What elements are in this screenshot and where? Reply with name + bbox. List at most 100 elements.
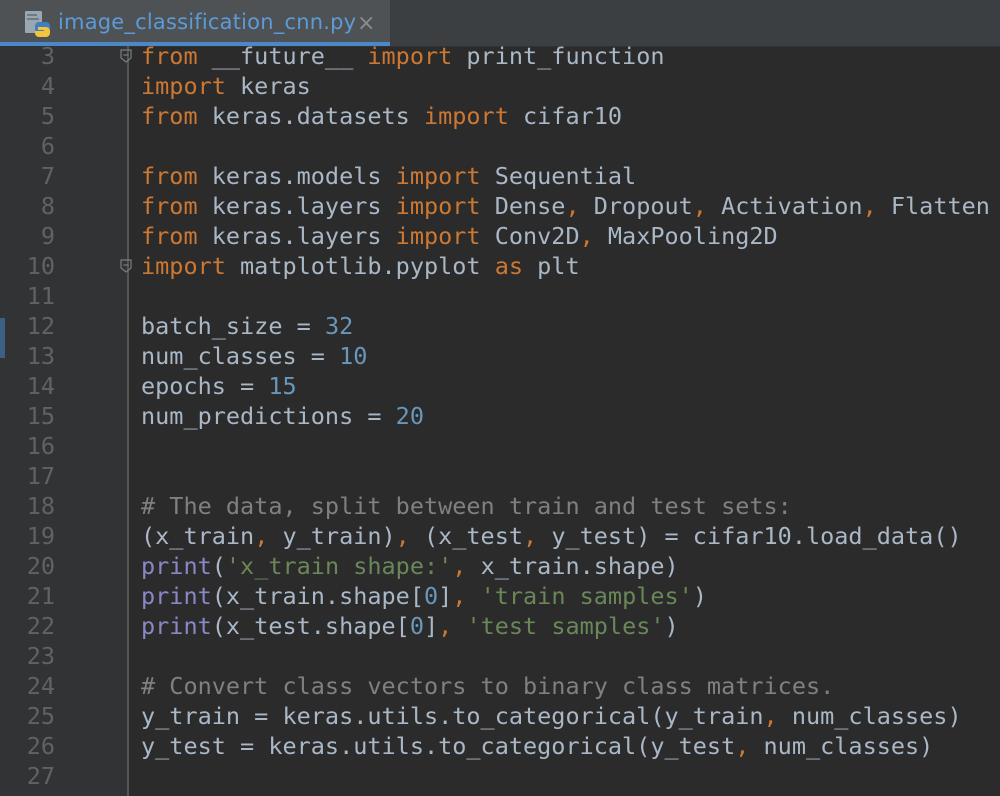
code-line[interactable]: 18 # The data, split between train and te… — [0, 491, 1000, 521]
code-token: Dense — [480, 192, 566, 220]
code-token: # The data, split between train and test… — [141, 492, 792, 520]
code-line[interactable]: 8 from keras.layers import Dense, Dropout… — [0, 191, 1000, 221]
code-token: print_function — [452, 42, 665, 70]
code-line[interactable]: 9 from keras.layers import Conv2D, MaxPoo… — [0, 221, 1000, 251]
editor-tab[interactable]: image_classification_cnn.py × — [0, 0, 390, 46]
line-number: 19 — [26, 522, 55, 550]
code-token: import — [395, 162, 481, 190]
code-line[interactable]: 11 — [0, 281, 1000, 311]
code-token: import — [141, 72, 226, 100]
code-text: from keras.datasets import cifar10 — [141, 101, 622, 131]
code-text: print('x_train shape:', x_train.shape) — [141, 551, 679, 581]
code-text: import matplotlib.pyplot as plt — [141, 251, 580, 281]
code-editor[interactable]: 3 from __future__ import print_function 4 i… — [0, 41, 1000, 791]
code-line[interactable]: 26 y_test = keras.utils.to_categorical(y_… — [0, 731, 1000, 761]
code-token: y_train = keras.utils.to_categorical(y_t… — [141, 702, 764, 730]
code-token: Conv2D — [480, 222, 580, 250]
code-token: __future__ — [197, 42, 368, 70]
code-token: ( — [211, 552, 226, 580]
fold-marker-icon[interactable] — [120, 49, 132, 63]
code-text: from keras.layers import Dense, Dropout,… — [141, 191, 990, 221]
code-token: , — [254, 522, 283, 550]
code-token: ) — [664, 612, 679, 640]
line-number: 17 — [26, 462, 55, 490]
code-line[interactable]: 4 import keras — [0, 71, 1000, 101]
line-number: 4 — [40, 72, 55, 100]
code-token: Sequential — [480, 162, 637, 190]
code-text: from keras.models import Sequential — [141, 161, 636, 191]
line-number: 11 — [26, 282, 55, 310]
code-token: from — [141, 42, 198, 70]
code-line[interactable]: 27 — [0, 761, 1000, 791]
tab-close-icon[interactable]: × — [357, 11, 375, 36]
code-line[interactable]: 5 from keras.datasets import cifar10 — [0, 101, 1000, 131]
line-number: 8 — [40, 192, 55, 220]
line-number: 25 — [26, 702, 55, 730]
code-token: y_test) = cifar10.load_data() — [551, 522, 962, 550]
code-line[interactable]: 24 # Convert class vectors to binary clas… — [0, 671, 1000, 701]
python-file-icon — [25, 11, 50, 37]
code-line[interactable]: 21 print(x_train.shape[0], 'train samples… — [0, 581, 1000, 611]
code-token: from — [141, 222, 198, 250]
code-line[interactable]: 7 from keras.models import Sequential — [0, 161, 1000, 191]
code-line[interactable]: 13 num_classes = 10 — [0, 341, 1000, 371]
code-line[interactable]: 10 import matplotlib.pyplot as plt — [0, 251, 1000, 281]
code-line[interactable]: 20 print('x_train shape:', x_train.shape) — [0, 551, 1000, 581]
code-token: matplotlib.pyplot — [225, 252, 495, 280]
code-line[interactable]: 23 — [0, 641, 1000, 671]
code-token: plt — [523, 252, 580, 280]
code-line[interactable]: 22 print(x_test.shape[0], 'test samples') — [0, 611, 1000, 641]
line-number: 5 — [40, 102, 55, 130]
line-number: 10 — [26, 252, 55, 280]
code-line[interactable]: 17 — [0, 461, 1000, 491]
code-token: 32 — [324, 312, 354, 340]
code-line[interactable]: 16 — [0, 431, 1000, 461]
code-line[interactable]: 3 from __future__ import print_function — [0, 41, 1000, 71]
code-token: cifar10 — [508, 102, 623, 130]
code-token: batch_size = — [141, 312, 325, 340]
code-text: num_classes = 10 — [141, 341, 367, 371]
code-line[interactable]: 25 y_train = keras.utils.to_categorical(y… — [0, 701, 1000, 731]
line-number: 20 — [26, 552, 55, 580]
code-line[interactable]: 12 batch_size = 32 — [0, 311, 1000, 341]
line-number: 6 — [40, 132, 55, 160]
code-token: from — [141, 162, 198, 190]
code-token: keras.layers — [197, 192, 396, 220]
line-number: 23 — [26, 642, 55, 670]
code-token: num_predictions = — [141, 402, 396, 430]
code-token: (x_test.shape[ — [211, 612, 410, 640]
code-text: from __future__ import print_function — [141, 41, 665, 71]
code-line[interactable]: 14 epochs = 15 — [0, 371, 1000, 401]
code-token: from — [141, 102, 198, 130]
code-token: (x_train.shape[ — [211, 582, 424, 610]
code-token: , — [763, 702, 792, 730]
code-token: num_classes = — [141, 342, 340, 370]
code-token: 'x_train shape:' — [225, 552, 453, 580]
code-line[interactable]: 15 num_predictions = 20 — [0, 401, 1000, 431]
code-token: import — [395, 192, 481, 220]
code-line[interactable]: 19 (x_train, y_train), (x_test, y_test) =… — [0, 521, 1000, 551]
code-token: , — [579, 222, 608, 250]
code-line[interactable]: 6 — [0, 131, 1000, 161]
line-number: 3 — [40, 42, 55, 70]
line-number: 15 — [26, 402, 55, 430]
code-token: 10 — [339, 342, 368, 370]
code-text: y_test = keras.utils.to_categorical(y_te… — [141, 731, 933, 761]
code-token: , — [452, 582, 481, 610]
code-token: keras.models — [197, 162, 396, 190]
tab-title: image_classification_cnn.py — [58, 10, 357, 34]
code-token: y_train) — [282, 522, 396, 550]
code-token: num_classes) — [791, 702, 962, 730]
line-number: 12 — [26, 312, 55, 340]
code-text: print(x_test.shape[0], 'test samples') — [141, 611, 679, 641]
code-token: , — [735, 732, 764, 760]
code-token: y_test = keras.utils.to_categorical(y_te… — [141, 732, 736, 760]
fold-marker-icon[interactable] — [120, 259, 132, 273]
line-number: 24 — [26, 672, 55, 700]
code-text: print(x_train.shape[0], 'train samples') — [141, 581, 707, 611]
editor-tab-bar: image_classification_cnn.py × — [0, 0, 1000, 47]
code-token: 15 — [268, 372, 297, 400]
code-token: 'train samples' — [480, 582, 693, 610]
code-text: epochs = 15 — [141, 371, 297, 401]
code-text: (x_train, y_train), (x_test, y_test) = c… — [141, 521, 962, 551]
